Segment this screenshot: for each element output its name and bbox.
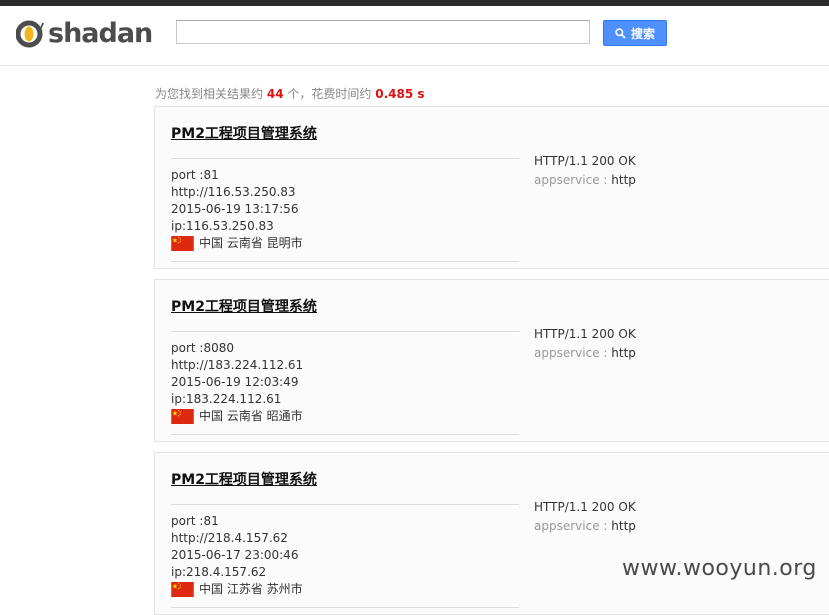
result-response: HTTP/1.1 200 OK appservice : http	[534, 325, 636, 363]
service-label: appservice :	[534, 346, 608, 360]
search-icon	[615, 27, 626, 39]
service-label: appservice :	[534, 519, 608, 533]
result-title-link[interactable]: PM2工程项目管理系统	[171, 469, 317, 489]
http-status: HTTP/1.1 200 OK	[534, 154, 636, 168]
result-meta: port :81 http://218.4.157.62 2015-06-17 …	[171, 513, 303, 598]
search-input[interactable]	[176, 20, 590, 44]
divider	[171, 607, 519, 608]
result-location: 中国 江苏省 苏州市	[171, 581, 303, 598]
result-http: http://116.53.250.83	[171, 185, 296, 199]
china-flag-icon	[171, 409, 194, 424]
result-card: PM2工程项目管理系统 port :81 http://218.4.157.62…	[154, 452, 829, 615]
search-button[interactable]: 搜索	[603, 20, 667, 46]
result-response: HTTP/1.1 200 OK appservice : http	[534, 498, 636, 536]
http-status: HTTP/1.1 200 OK	[534, 327, 636, 341]
divider	[171, 331, 519, 332]
service-value: http	[611, 173, 636, 187]
service-value: http	[611, 519, 636, 533]
result-http: http://183.224.112.61	[171, 358, 304, 372]
divider	[171, 158, 519, 159]
result-http: http://218.4.157.62	[171, 531, 288, 545]
result-response: HTTP/1.1 200 OK appservice : http	[534, 152, 636, 190]
result-summary: 为您找到相关结果约 44 个，花费时间约 0.485 s	[155, 85, 425, 102]
result-date: 2015-06-19 13:17:56	[171, 202, 299, 216]
logo[interactable]: shadan	[16, 17, 153, 51]
search-time: 0.485 s	[375, 87, 425, 101]
result-port: port :8080	[171, 341, 234, 355]
result-port: port :81	[171, 168, 219, 182]
result-count: 44	[266, 87, 284, 101]
service-value: http	[611, 346, 636, 360]
result-card: PM2工程项目管理系统 port :81 http://116.53.250.8…	[154, 106, 829, 269]
logo-mark-icon	[16, 20, 44, 48]
result-ip: ip:183.224.112.61	[171, 392, 282, 406]
result-meta: port :81 http://116.53.250.83 2015-06-19…	[171, 167, 303, 252]
header: shadan 搜索	[0, 6, 829, 66]
result-ip: ip:218.4.157.62	[171, 565, 267, 579]
result-card: PM2工程项目管理系统 port :8080 http://183.224.11…	[154, 279, 829, 442]
logo-text: shadan	[48, 18, 153, 49]
divider	[171, 261, 519, 262]
result-date: 2015-06-17 23:00:46	[171, 548, 299, 562]
result-title-link[interactable]: PM2工程项目管理系统	[171, 296, 317, 316]
search-button-label: 搜索	[630, 26, 655, 41]
result-location: 中国 云南省 昆明市	[171, 235, 303, 252]
result-location-text: 中国 云南省 昆明市	[199, 236, 303, 250]
summary-prefix: 为您找到相关结果约	[155, 87, 264, 101]
result-title-link[interactable]: PM2工程项目管理系统	[171, 123, 317, 143]
watermark: www.wooyun.org	[622, 556, 817, 581]
http-status: HTTP/1.1 200 OK	[534, 500, 636, 514]
divider	[171, 504, 519, 505]
result-port: port :81	[171, 514, 219, 528]
result-location: 中国 云南省 昭通市	[171, 408, 303, 425]
result-location-text: 中国 江苏省 苏州市	[199, 582, 303, 596]
result-location-text: 中国 云南省 昭通市	[199, 409, 303, 423]
china-flag-icon	[171, 582, 194, 597]
result-meta: port :8080 http://183.224.112.61 2015-06…	[171, 340, 303, 425]
china-flag-icon	[171, 236, 194, 251]
divider	[171, 434, 519, 435]
service-label: appservice :	[534, 173, 608, 187]
result-date: 2015-06-19 12:03:49	[171, 375, 299, 389]
summary-middle: 个，花费时间约	[287, 87, 372, 101]
result-ip: ip:116.53.250.83	[171, 219, 274, 233]
